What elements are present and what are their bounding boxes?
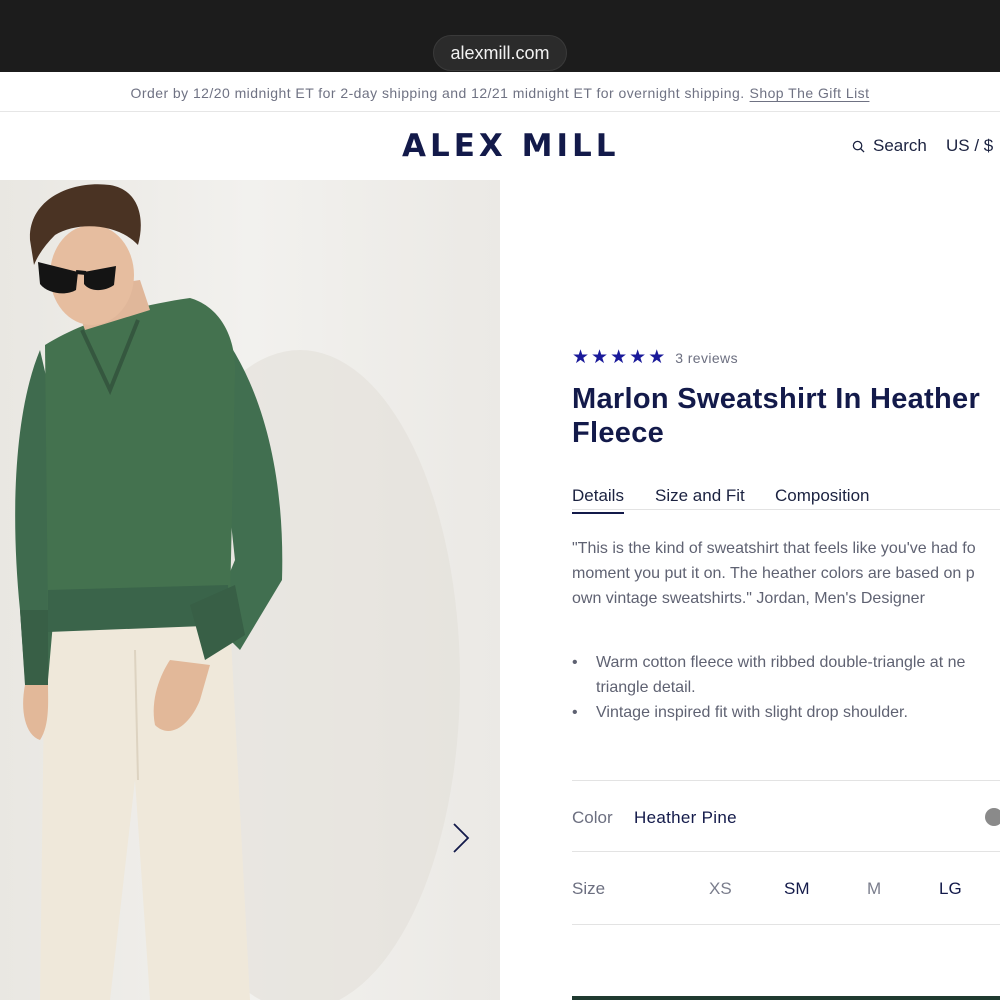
tab-composition[interactable]: Composition	[775, 486, 870, 512]
color-selector: Color Heather Pine	[572, 780, 1000, 852]
promo-text: Order by 12/20 midnight ET for 2-day shi…	[130, 84, 745, 101]
size-label: Size	[572, 879, 606, 898]
size-option-xs[interactable]: XS	[709, 879, 732, 899]
quote-line: "This is the kind of sweatshirt that fee…	[572, 540, 976, 557]
add-to-bag-button[interactable]	[572, 996, 1000, 1000]
url-bar[interactable]: alexmill.com	[433, 35, 567, 71]
product-image	[0, 180, 500, 1000]
site-header: ALEX MILL Search US / $	[0, 112, 1000, 180]
list-item: Vintage inspired fit with slight drop sh…	[572, 700, 1000, 725]
search-button[interactable]: Search	[852, 136, 927, 156]
chevron-right-icon[interactable]	[448, 820, 472, 856]
star-icon: ★	[591, 347, 609, 368]
product-tabs: Details Size and Fit Composition	[572, 486, 1000, 514]
model-photo	[15, 184, 460, 1000]
promo-banner: Order by 12/20 midnight ET for 2-day shi…	[0, 72, 1000, 112]
search-label: Search	[873, 136, 927, 155]
designer-quote: "This is the kind of sweatshirt that fee…	[572, 536, 1000, 611]
size-option-sm[interactable]: SM	[784, 879, 810, 899]
tab-details[interactable]: Details	[572, 486, 624, 514]
star-icon: ★	[648, 347, 666, 368]
quote-line: own vintage sweatshirts." Jordan, Men's …	[572, 590, 925, 607]
product-rating[interactable]: ★ ★ ★ ★ ★ 3 reviews	[572, 348, 738, 368]
star-rating: ★ ★ ★ ★ ★	[572, 348, 665, 368]
brand-logo[interactable]: ALEX MILL	[402, 128, 620, 164]
quote-line: moment you put it on. The heather colors…	[572, 565, 975, 582]
product-details: ★ ★ ★ ★ ★ 3 reviews Marlon Sweatshirt In…	[572, 180, 1000, 1000]
search-icon	[852, 140, 865, 153]
feature-text: Vintage inspired fit with slight drop sh…	[596, 704, 908, 721]
reviews-link[interactable]: 3 reviews	[675, 350, 738, 366]
star-icon: ★	[572, 347, 590, 368]
feature-list: Warm cotton fleece with ribbed double-tr…	[572, 650, 1000, 725]
tab-size-and-fit[interactable]: Size and Fit	[655, 486, 745, 512]
gift-list-link[interactable]: Shop The Gift List	[750, 85, 870, 101]
color-swatch[interactable]	[985, 808, 1000, 826]
feature-text: Warm cotton fleece with ribbed double-tr…	[596, 654, 966, 671]
size-option-m[interactable]: M	[867, 879, 881, 899]
size-selector: Size XS SM M LG	[572, 852, 1000, 925]
star-icon: ★	[629, 347, 647, 368]
browser-toolbar: alexmill.com	[0, 0, 1000, 78]
star-icon: ★	[610, 347, 628, 368]
locale-selector[interactable]: US / $	[946, 136, 993, 156]
color-value: Heather Pine	[634, 808, 737, 827]
list-item: Warm cotton fleece with ribbed double-tr…	[572, 650, 1000, 700]
color-label: Color	[572, 808, 613, 827]
product-title: Marlon Sweatshirt In Heather Fleece	[572, 383, 981, 449]
feature-text: triangle detail.	[596, 679, 696, 696]
size-option-lg[interactable]: LG	[939, 879, 962, 899]
